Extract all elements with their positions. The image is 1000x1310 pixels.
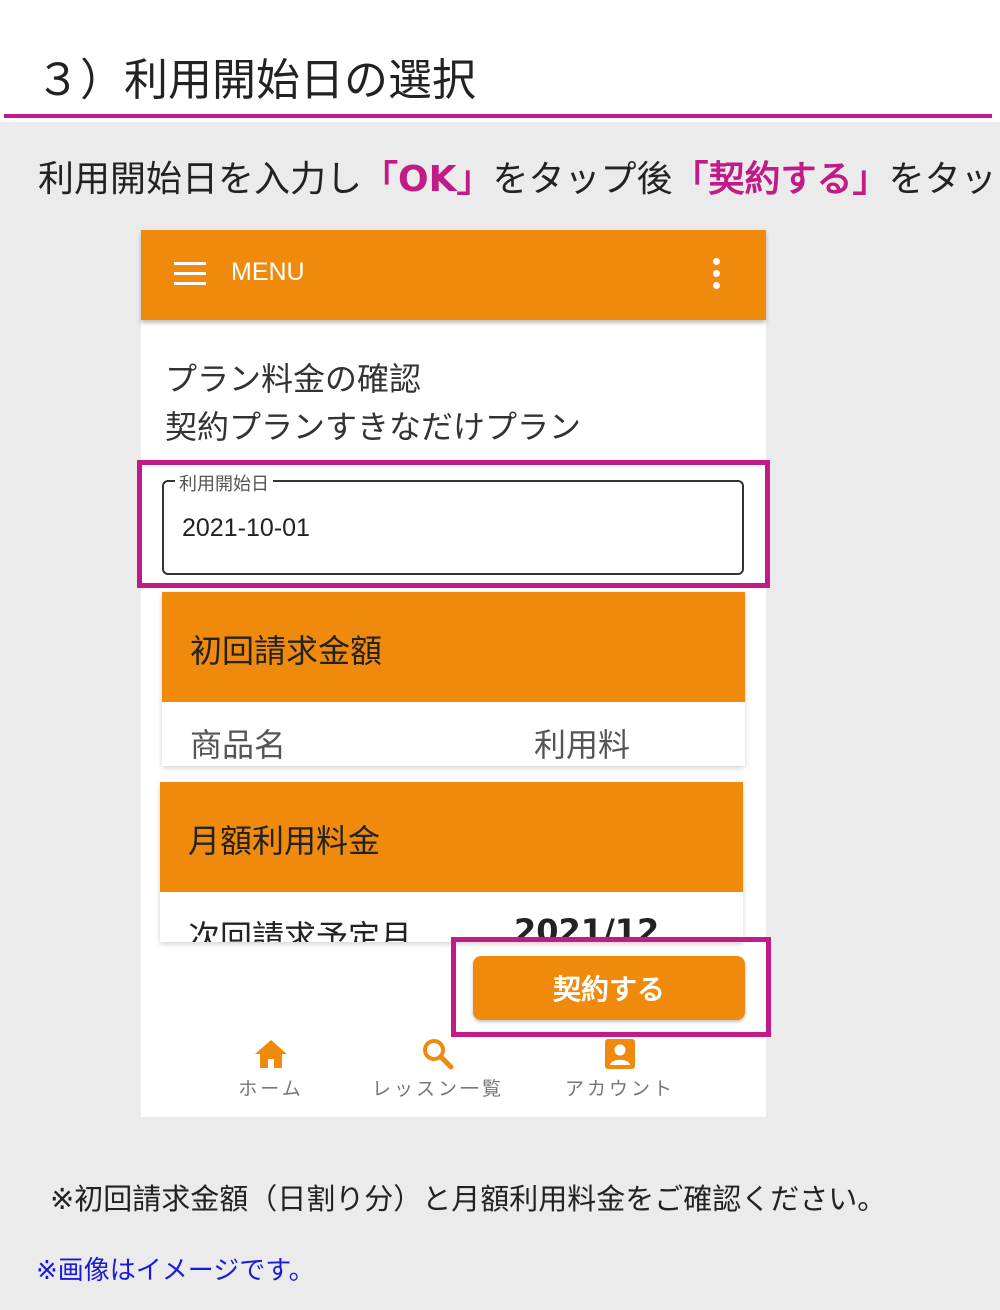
home-icon <box>255 1040 287 1068</box>
instruction-highlight-contract: 「契約する」 <box>672 159 889 200</box>
monthly-fee-header: 月額利用料金 <box>160 782 743 892</box>
nav-home[interactable]: ホーム <box>196 1038 346 1101</box>
first-billing-title: 初回請求金額 <box>190 632 383 670</box>
col-fee: 利用料 <box>534 726 631 764</box>
title-divider <box>4 114 992 118</box>
instruction-part-3: をタップ <box>888 159 1000 200</box>
search-icon <box>423 1039 454 1070</box>
account-icon <box>605 1039 635 1069</box>
page-title: ３）利用開始日の選択 <box>36 55 476 106</box>
nav-account[interactable]: アカウント <box>545 1038 695 1101</box>
first-billing-card: 初回請求金額 商品名 利用料 <box>162 592 745 766</box>
col-product-name: 商品名 <box>190 726 287 764</box>
nav-account-label: アカウント <box>564 1078 675 1100</box>
menu-label[interactable]: MENU <box>231 258 305 287</box>
plan-confirm-heading: プラン料金の確認 <box>165 360 422 398</box>
more-vert-icon[interactable] <box>711 258 721 290</box>
start-date-highlight <box>137 460 770 588</box>
nav-home-label: ホーム <box>238 1078 304 1100</box>
hamburger-menu-icon[interactable] <box>174 262 206 286</box>
instruction-part-1: 利用開始日を入力し <box>38 159 363 200</box>
nav-lessons-label: レッスン一覧 <box>371 1078 504 1100</box>
monthly-fee-title: 月額利用料金 <box>188 822 381 860</box>
billing-note: ※初回請求金額（日割り分）と月額利用料金をご確認ください。 <box>50 1182 887 1216</box>
contract-button-highlight <box>451 937 771 1037</box>
instruction-highlight-ok: 「OK」 <box>362 159 493 200</box>
next-billing-label: 次回請求予定月 <box>188 918 413 942</box>
app-bar: MENU <box>141 230 766 320</box>
monthly-fee-card: 月額利用料金 次回請求予定月 2021/12 <box>160 782 743 942</box>
instruction-text: 利用開始日を入力し「OK」をタップ後「契約する」をタップ <box>38 150 1000 202</box>
image-disclaimer: ※画像はイメージです。 <box>36 1256 315 1286</box>
first-billing-header: 初回請求金額 <box>162 592 745 702</box>
nav-lessons[interactable]: レッスン一覧 <box>363 1038 513 1101</box>
plan-name: 契約プランすきなだけプラン <box>165 408 582 446</box>
instruction-part-2: をタップ後 <box>492 159 673 200</box>
